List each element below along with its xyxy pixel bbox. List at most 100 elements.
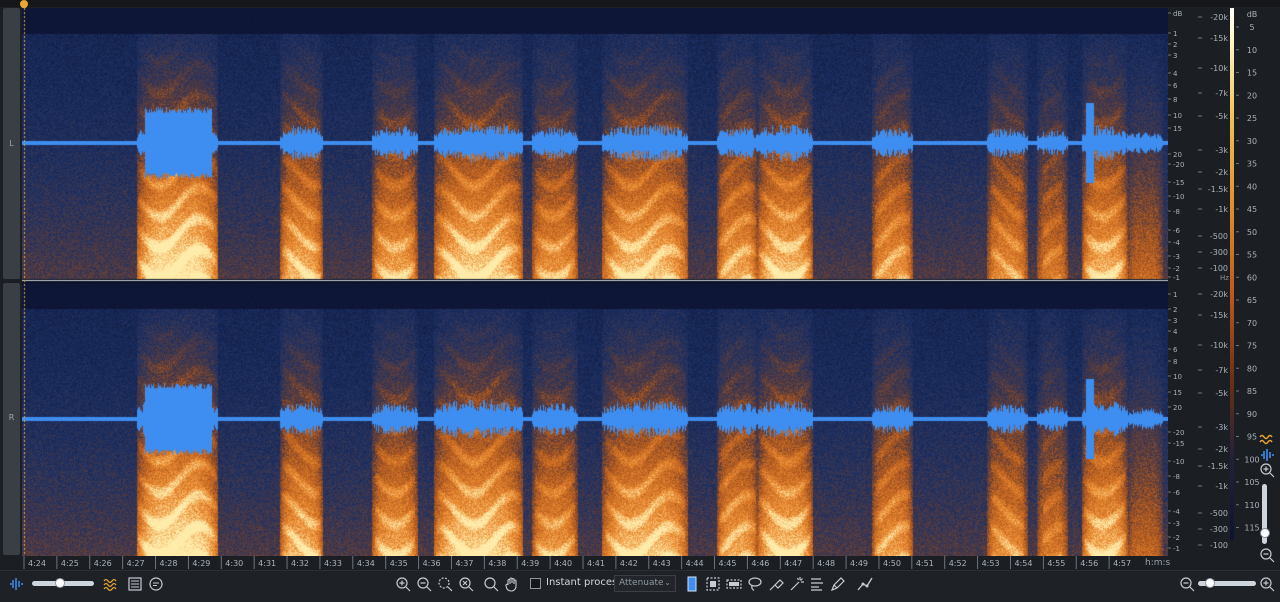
timeline-tick-label: 4:51	[916, 559, 934, 568]
hz-tick-label: -300	[1210, 248, 1228, 257]
channel-db-label: 2	[1173, 306, 1177, 314]
timeline-tick-label: 4:48	[817, 559, 835, 568]
channel-db-label: 10	[1173, 112, 1182, 120]
hz-tick-label: -20k	[1210, 13, 1228, 22]
db-tick-label: 25	[1247, 114, 1257, 123]
channel-strip-left[interactable]: L	[3, 8, 20, 279]
hz-tick-label: -7k	[1215, 366, 1228, 375]
zoom-in-icon[interactable]	[394, 575, 412, 593]
hz-tick-label: -10k	[1210, 341, 1228, 350]
magnify-icon[interactable]	[482, 575, 500, 593]
hz-tick-label: -1k	[1215, 482, 1228, 491]
db-tick-label: 50	[1247, 228, 1257, 237]
frequency-scale-left: -20k -15k -10k -7k -5k -3k -2k -1.5k -1k -500 -300…	[1168, 8, 1230, 280]
hz-unit-label: Hz	[1220, 274, 1229, 280]
time-format-label[interactable]: h:m:s	[1145, 558, 1170, 568]
vertical-zoom-knob[interactable]	[1260, 528, 1270, 538]
hz-tick-label: -5k	[1215, 389, 1228, 398]
horizontal-zoom-out-icon[interactable]	[1178, 575, 1196, 593]
timeline-tick-label: 4:26	[94, 559, 112, 568]
hz-tick-label: -10k	[1210, 64, 1228, 73]
channel-db-label: -6	[1173, 489, 1181, 497]
pencil-icon[interactable]	[829, 575, 847, 593]
horizontal-zoom-slider[interactable]	[1198, 578, 1256, 588]
comment-icon[interactable]	[147, 575, 165, 593]
db-tick-label: 35	[1247, 160, 1257, 169]
hz-tick-label: -3k	[1215, 423, 1228, 432]
db-tick-label: 5	[1249, 23, 1254, 32]
channel-db-label: 10	[1173, 373, 1182, 381]
process-mode-value: Attenuate	[619, 578, 664, 588]
timeline-tick-label: 4:32	[291, 559, 309, 568]
zoom-selection-icon[interactable]	[436, 575, 454, 593]
zoom-out-icon[interactable]	[415, 575, 433, 593]
curve-icon[interactable]	[856, 575, 874, 593]
timeline-ruler[interactable]: 4:24 4:25 4:26 4:27 4:28 4:29 4:30 4:31 4:32 4:33…	[22, 556, 1168, 570]
instant-process-checkbox[interactable]	[530, 578, 541, 589]
db-tick-label: 80	[1247, 364, 1257, 373]
db-tick-label: 90	[1247, 410, 1257, 419]
timeline-tick-label: 4:52	[949, 559, 967, 568]
harmonic-select-icon[interactable]	[808, 575, 826, 593]
channel-db-label: 4	[1173, 70, 1178, 78]
time-selection-icon[interactable]	[683, 575, 701, 593]
timeline-tick-label: 4:42	[620, 559, 638, 568]
list-icon[interactable]	[126, 575, 144, 593]
top-ruler	[0, 0, 1280, 7]
instant-process-label[interactable]: Instant process	[546, 577, 622, 588]
timeline-tick-label: 4:44	[686, 559, 704, 568]
db-tick-label: 45	[1247, 205, 1257, 214]
db-tick-label: 15	[1247, 69, 1257, 78]
waveform-icon[interactable]	[8, 575, 26, 593]
spectrogram-icon[interactable]	[102, 575, 120, 593]
waveform-spectrogram-blend-slider[interactable]	[32, 578, 94, 588]
channel-db-label: 2	[1173, 41, 1177, 49]
channel-db-label: 15	[1173, 389, 1182, 397]
timeline-tick-label: 4:34	[357, 559, 375, 568]
brush-icon[interactable]	[767, 575, 785, 593]
timeline-tick-label: 4:35	[390, 559, 408, 568]
spectrogram-view-icon[interactable]	[1258, 431, 1273, 445]
channel-strip-right[interactable]: R	[3, 283, 20, 555]
hz-tick-label: -1.5k	[1208, 462, 1229, 471]
db-tick-label: 60	[1247, 273, 1257, 282]
channel-db-label: -2	[1173, 265, 1180, 273]
timeline-tick-label: 4:54	[1014, 559, 1032, 568]
horizontal-zoom-in-icon[interactable]	[1258, 575, 1276, 593]
hz-tick-label: -5k	[1215, 112, 1228, 121]
db-tick-label: 20	[1247, 91, 1257, 100]
timeline-tick-label: 4:37	[455, 559, 473, 568]
channel-db-label: -6	[1173, 227, 1181, 235]
channel-db-label: -10	[1173, 458, 1184, 466]
hand-icon[interactable]	[503, 575, 521, 593]
hz-tick-label: -100	[1210, 541, 1228, 550]
frequency-selection-icon[interactable]	[725, 575, 743, 593]
timeline-tick-label: 4:33	[324, 559, 342, 568]
process-mode-dropdown[interactable]: Attenuate ⌄	[614, 575, 676, 592]
timeline-tick-label: 4:29	[192, 559, 210, 568]
lasso-icon[interactable]	[746, 575, 764, 593]
spectrogram-canvas[interactable]	[22, 8, 1168, 556]
waveform-view-icon[interactable]	[1258, 446, 1274, 461]
channel-db-label: 3	[1173, 52, 1177, 60]
db-tick-label: 105	[1244, 478, 1259, 487]
channel-db-label: -15	[1173, 179, 1184, 187]
magic-wand-icon[interactable]	[788, 575, 806, 593]
time-frequency-selection-icon[interactable]	[704, 575, 722, 593]
channel-db-label: -15	[1173, 440, 1184, 448]
channel-db-label: dB	[1173, 10, 1182, 18]
timeline-tick-label: 4:28	[160, 559, 178, 568]
chevron-down-icon: ⌄	[664, 578, 671, 587]
channel-db-label: -1	[1173, 545, 1180, 553]
channel-db-label: 4	[1173, 328, 1178, 336]
zoom-fit-icon[interactable]	[457, 575, 475, 593]
spectrogram-view[interactable]	[22, 8, 1168, 556]
timeline-tick-label: 4:24	[28, 559, 46, 568]
vertical-zoom-out-icon[interactable]	[1258, 546, 1276, 564]
blend-slider-knob[interactable]	[54, 578, 65, 588]
channel-label-left: L	[9, 139, 14, 148]
vertical-zoom-in-icon[interactable]	[1258, 461, 1276, 479]
horizontal-zoom-knob[interactable]	[1204, 578, 1215, 588]
timeline-tick-label: 4:40	[554, 559, 572, 568]
channel-db-label: 1	[1173, 291, 1177, 299]
